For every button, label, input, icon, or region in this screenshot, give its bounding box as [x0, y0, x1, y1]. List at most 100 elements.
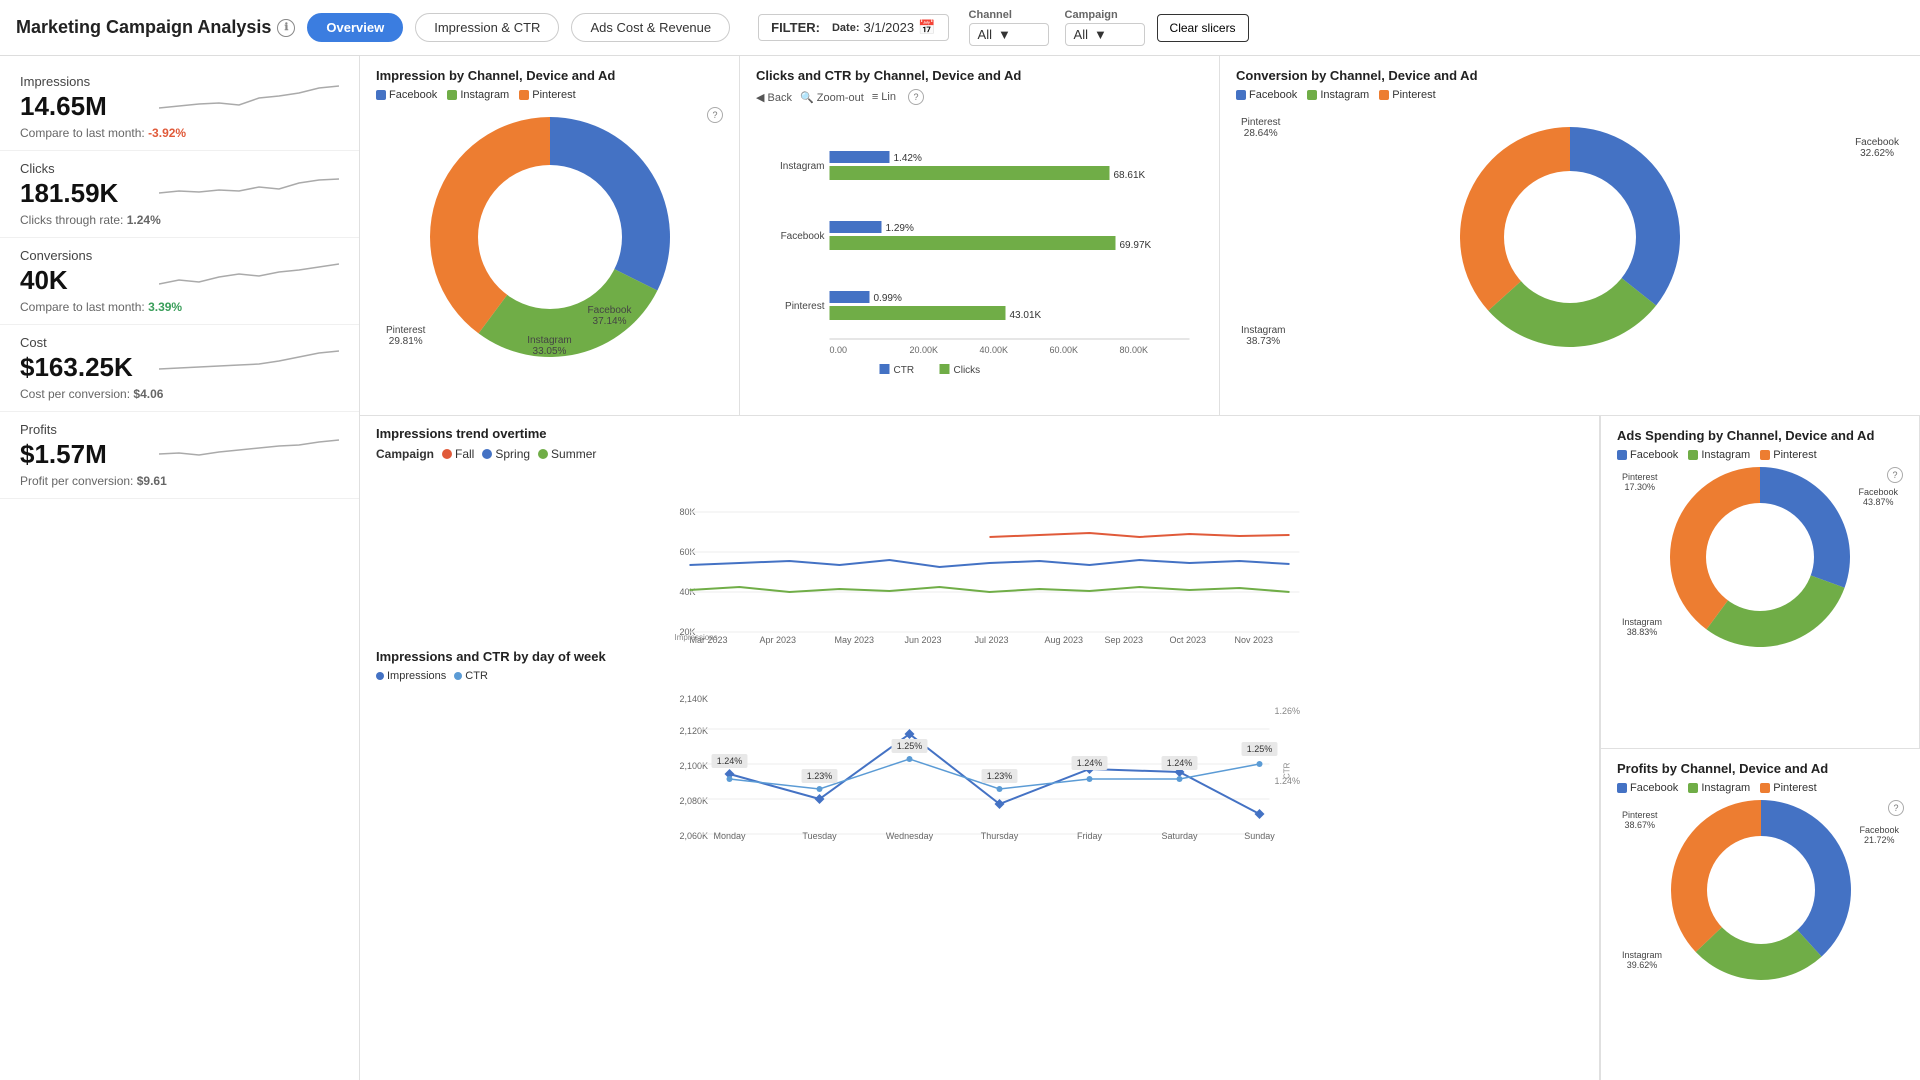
title-text: Marketing Campaign Analysis — [16, 17, 271, 38]
svg-text:Jul 2023: Jul 2023 — [975, 635, 1009, 645]
svg-text:Impressions: Impressions — [675, 633, 718, 642]
filter-section: FILTER: Date: 3/1/2023 📅 — [758, 14, 948, 41]
svg-text:80.00K: 80.00K — [1120, 345, 1149, 355]
profits-donut-title: Profits by Channel, Device and Ad — [1617, 761, 1904, 776]
svg-text:Apr 2023: Apr 2023 — [760, 635, 797, 645]
svg-text:Sunday: Sunday — [1244, 831, 1275, 841]
question-icon[interactable]: ? — [1888, 800, 1904, 816]
conversion-donut-section: Conversion by Channel, Device and Ad Fac… — [1220, 56, 1920, 415]
svg-text:Sep 2023: Sep 2023 — [1105, 635, 1144, 645]
main-content: Impressions 14.65M Compare to last month… — [0, 56, 1920, 1080]
trend-section: Impressions trend overtime Campaign Fall… — [360, 416, 1600, 1080]
clicks-ctr: 1.24% — [127, 213, 161, 227]
svg-text:Nov 2023: Nov 2023 — [1235, 635, 1274, 645]
svg-text:1.29%: 1.29% — [886, 223, 914, 234]
impressions-trend-chart: 20K 40K 60K 80K Mar 2023 — [376, 465, 1583, 645]
svg-text:1.23%: 1.23% — [987, 771, 1013, 781]
ads-spending-section: Ads Spending by Channel, Device and Ad F… — [1601, 416, 1920, 749]
question-icon[interactable]: ? — [707, 107, 723, 123]
info-icon[interactable]: ℹ — [277, 19, 295, 37]
ads-cost-revenue-tab[interactable]: Ads Cost & Revenue — [571, 13, 730, 42]
svg-text:Friday: Friday — [1077, 831, 1103, 841]
profits-donut-legend: Facebook Instagram Pinterest — [1617, 782, 1904, 794]
back-button[interactable]: ◀ Back — [756, 91, 792, 104]
conversions-metric: Conversions 40K Compare to last month: 3… — [0, 238, 359, 325]
dow-title: Impressions and CTR by day of week — [376, 649, 1583, 664]
impression-donut-section: Impression by Channel, Device and Ad Fac… — [360, 56, 740, 415]
conversion-donut-title: Conversion by Channel, Device and Ad — [1236, 68, 1904, 83]
date-value[interactable]: 3/1/2023 — [864, 20, 915, 35]
right-panel: Impression by Channel, Device and Ad Fac… — [360, 56, 1920, 1080]
profits-donut-chart — [1671, 800, 1851, 980]
svg-text:0.00: 0.00 — [830, 345, 848, 355]
impressions-sub: Compare to last month: -3.92% — [20, 126, 339, 140]
svg-text:Monday: Monday — [713, 831, 746, 841]
svg-text:68.61K: 68.61K — [1114, 170, 1146, 181]
top-charts-row: Impression by Channel, Device and Ad Fac… — [360, 56, 1920, 416]
clicks-metric: Clicks 181.59K Clicks through rate: 1.24… — [0, 151, 359, 238]
clear-slicers-button[interactable]: Clear slicers — [1157, 14, 1249, 42]
svg-text:1.42%: 1.42% — [894, 153, 922, 164]
profits-sparkline — [159, 426, 339, 466]
impression-donut-legend: Facebook Instagram Pinterest — [376, 89, 723, 101]
channel-select[interactable]: All ▼ — [969, 23, 1049, 46]
svg-text:Pinterest: Pinterest — [785, 301, 825, 312]
svg-text:2,140K: 2,140K — [680, 694, 709, 704]
svg-text:2,100K: 2,100K — [680, 761, 709, 771]
question-icon[interactable]: ? — [1887, 467, 1903, 483]
channel-dropdown: Channel All ▼ — [969, 9, 1049, 46]
question-icon[interactable]: ? — [908, 89, 924, 105]
svg-text:1.24%: 1.24% — [1077, 758, 1103, 768]
svg-text:CTR: CTR — [894, 365, 915, 376]
right-donuts: Ads Spending by Channel, Device and Ad F… — [1600, 416, 1920, 1080]
profits-sub: Profit per conversion: $9.61 — [20, 474, 339, 488]
svg-text:1.24%: 1.24% — [717, 756, 743, 766]
dropdown-group: Channel All ▼ Campaign All ▼ — [969, 9, 1145, 46]
clicks-label: Clicks — [20, 161, 118, 176]
clicks-sub: Clicks through rate: 1.24% — [20, 213, 339, 227]
lin-button[interactable]: ≡ Lin — [872, 91, 896, 103]
dow-legend: Impressions CTR — [376, 670, 1583, 682]
impressions-label: Impressions — [20, 74, 107, 89]
svg-text:60.00K: 60.00K — [1050, 345, 1079, 355]
svg-text:1.25%: 1.25% — [1247, 744, 1273, 754]
svg-text:CTR: CTR — [1283, 762, 1292, 779]
overview-tab[interactable]: Overview — [307, 13, 403, 42]
profits-metric: Profits $1.57M Profit per conversion: $9… — [0, 412, 359, 499]
svg-text:Jun 2023: Jun 2023 — [905, 635, 942, 645]
svg-text:40.00K: 40.00K — [980, 345, 1009, 355]
profit-per-conversion: $9.61 — [137, 474, 167, 488]
svg-text:0.99%: 0.99% — [874, 293, 902, 304]
ads-spending-legend: Facebook Instagram Pinterest — [1617, 449, 1903, 461]
calendar-icon[interactable]: 📅 — [918, 19, 935, 36]
svg-text:May 2023: May 2023 — [835, 635, 875, 645]
cost-label: Cost — [20, 335, 133, 350]
chevron-down-icon: ▼ — [1094, 27, 1107, 42]
left-panel: Impressions 14.65M Compare to last month… — [0, 56, 360, 1080]
svg-text:Tuesday: Tuesday — [802, 831, 837, 841]
conversions-value: 40K — [20, 265, 92, 296]
conversions-sparkline — [159, 252, 339, 292]
svg-text:1.23%: 1.23% — [807, 771, 833, 781]
profits-donut-section: Profits by Channel, Device and Ad Facebo… — [1601, 749, 1920, 1080]
svg-text:2,060K: 2,060K — [680, 831, 709, 841]
trend-title: Impressions trend overtime — [376, 426, 1583, 441]
filter-label: FILTER: — [771, 20, 820, 35]
clicks-ctr-chart: Instagram Facebook Pinterest 1.42% 1.29%… — [756, 109, 1203, 379]
impression-donut-title: Impression by Channel, Device and Ad — [376, 68, 723, 83]
header: Marketing Campaign Analysis ℹ Overview I… — [0, 0, 1920, 56]
impression-ctr-tab[interactable]: Impression & CTR — [415, 13, 559, 42]
svg-text:Thursday: Thursday — [981, 831, 1019, 841]
cost-per-conversion: $4.06 — [133, 387, 163, 401]
svg-text:43.01K: 43.01K — [1010, 310, 1042, 321]
svg-text:Aug 2023: Aug 2023 — [1045, 635, 1084, 645]
clicks-value: 181.59K — [20, 178, 118, 209]
impressions-sparkline — [159, 78, 339, 118]
dow-chart: 2,060K 2,080K 2,100K 2,120K 2,140K 1.26%… — [376, 684, 1583, 844]
zoom-out-button[interactable]: 🔍 Zoom-out — [800, 91, 864, 104]
filter-date: Date: 3/1/2023 📅 — [832, 19, 936, 36]
campaign-select[interactable]: All ▼ — [1065, 23, 1145, 46]
svg-text:Clicks: Clicks — [954, 365, 981, 376]
ads-spending-chart — [1670, 467, 1850, 647]
svg-text:2,120K: 2,120K — [680, 726, 709, 736]
